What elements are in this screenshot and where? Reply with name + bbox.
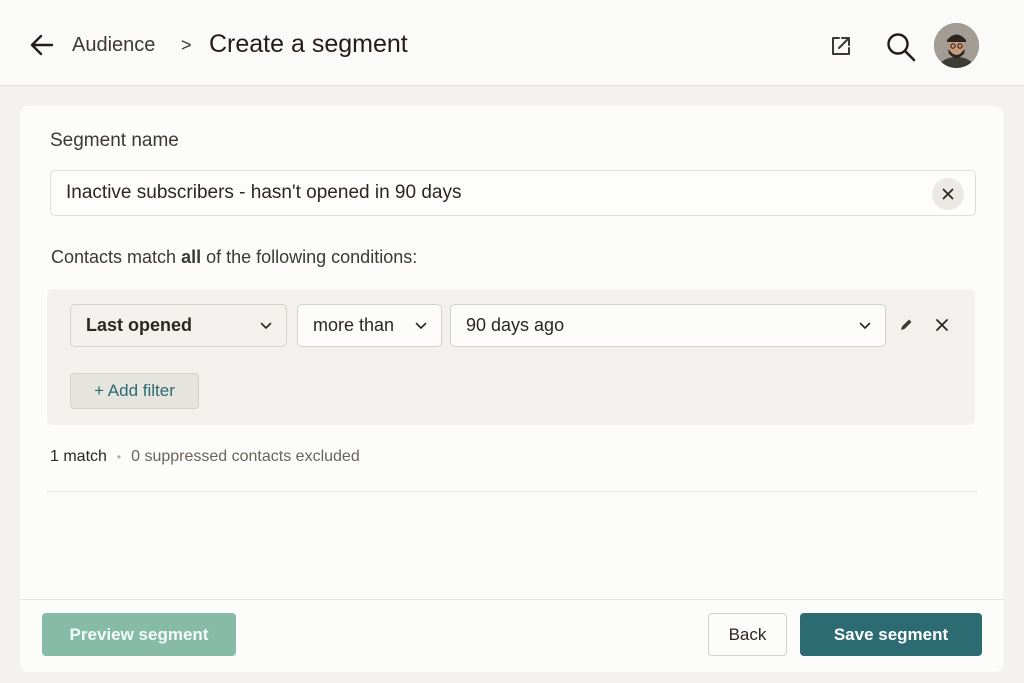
back-arrow-icon[interactable] — [28, 31, 56, 59]
match-count: 1 match — [50, 448, 107, 465]
value-select[interactable]: 90 days ago — [450, 304, 886, 347]
conditions-description: Contacts match all of the following cond… — [51, 247, 417, 268]
chevron-down-icon — [859, 322, 871, 329]
operator-select-value: more than — [313, 315, 395, 335]
segment-name-label: Segment name — [50, 130, 179, 151]
filter-group: Last opened more than 90 days ago + Add … — [47, 289, 975, 425]
page-title: Create a segment — [209, 30, 408, 58]
top-header: Audience > Create a segment — [0, 0, 1024, 86]
operator-select[interactable]: more than — [297, 304, 442, 347]
field-select-value: Last opened — [86, 315, 193, 335]
conditions-match-mode[interactable]: all — [181, 247, 201, 267]
conditions-suffix: of the following conditions: — [201, 247, 418, 267]
footer-divider — [20, 599, 1003, 600]
back-button[interactable]: Back — [708, 613, 787, 656]
external-link-icon[interactable] — [829, 34, 853, 58]
divider — [47, 491, 977, 492]
value-select-value: 90 days ago — [466, 315, 565, 335]
suppressed-count: 0 suppressed contacts excluded — [131, 448, 360, 465]
save-segment-button[interactable]: Save segment — [800, 613, 982, 656]
avatar[interactable] — [934, 23, 979, 68]
match-summary: 1 match • 0 suppressed contacts excluded — [50, 448, 360, 466]
segment-name-input[interactable] — [50, 170, 976, 216]
chevron-down-icon — [415, 322, 427, 329]
breadcrumb-audience[interactable]: Audience — [72, 34, 155, 57]
close-icon — [942, 188, 954, 200]
chevron-down-icon — [260, 322, 272, 329]
remove-filter-icon[interactable] — [936, 319, 948, 331]
add-filter-button[interactable]: + Add filter — [70, 373, 199, 409]
field-select[interactable]: Last opened — [70, 304, 287, 347]
match-separator: • — [116, 450, 122, 464]
preview-segment-button[interactable]: Preview segment — [42, 613, 236, 656]
conditions-prefix: Contacts match — [51, 247, 182, 267]
breadcrumb-separator: > — [181, 35, 192, 55]
search-icon[interactable] — [885, 32, 917, 62]
clear-name-button[interactable] — [932, 178, 964, 210]
segment-card: Segment name Contacts match all of the f… — [20, 106, 1003, 672]
pencil-icon[interactable] — [898, 317, 914, 333]
